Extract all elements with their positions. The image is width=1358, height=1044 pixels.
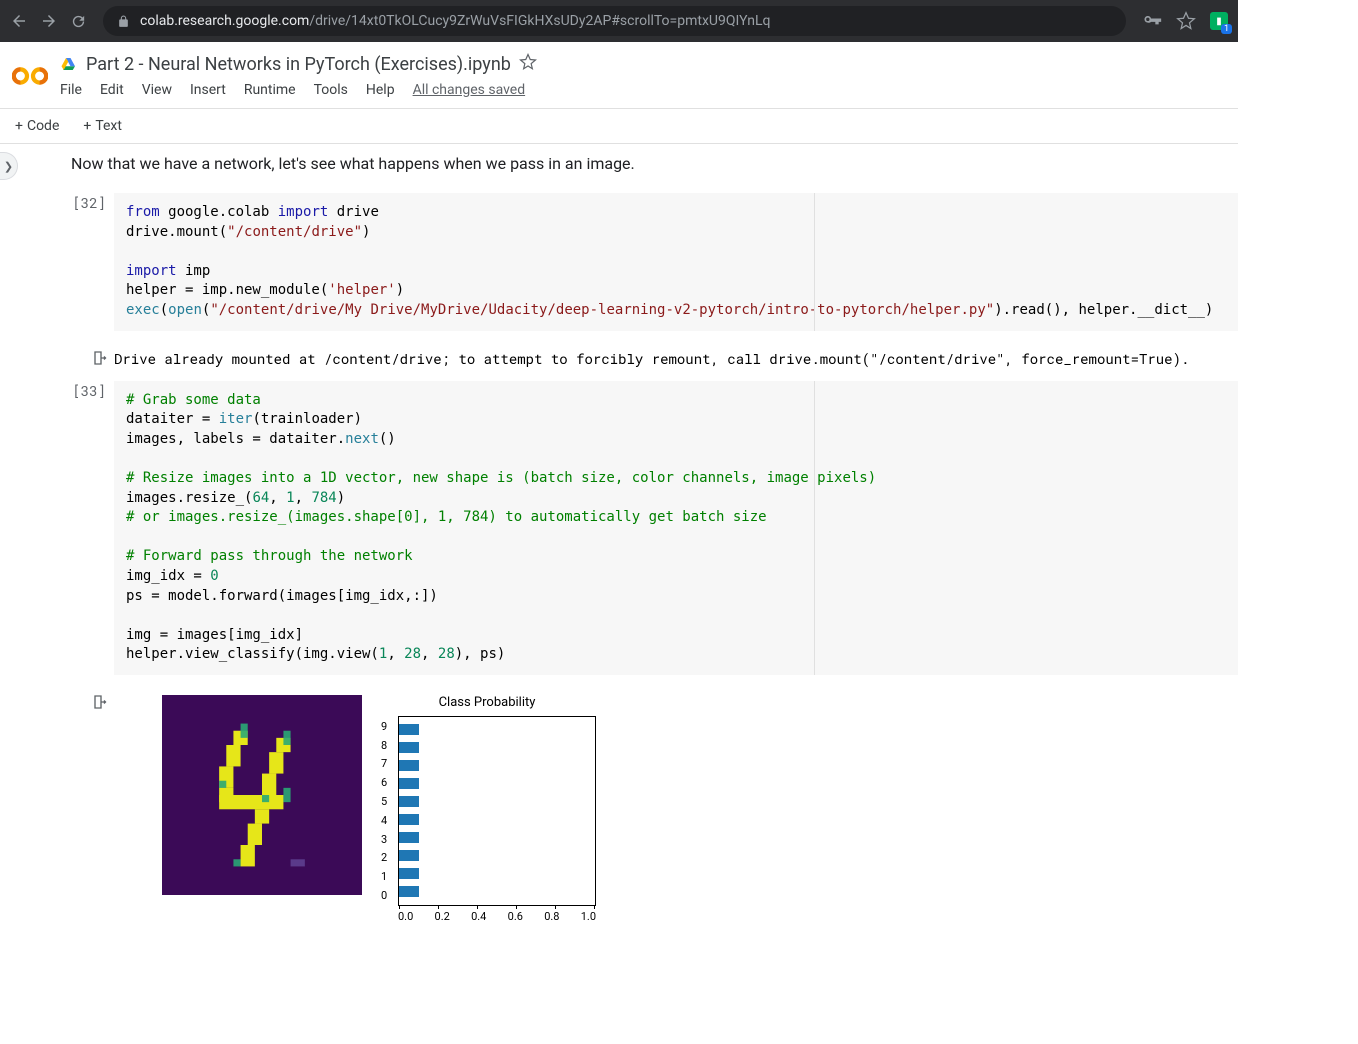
bar	[399, 868, 419, 879]
bar	[399, 814, 419, 825]
bar	[399, 832, 419, 843]
menu-file[interactable]: File	[60, 82, 82, 98]
y-tick-label: 9	[381, 720, 387, 733]
extension-icon[interactable]: ▮1	[1210, 12, 1228, 30]
bar	[399, 778, 419, 789]
y-tick-label: 4	[381, 814, 387, 827]
x-tick-label: 0.2	[435, 910, 450, 923]
output-toggle-icon[interactable]	[92, 349, 110, 371]
bar	[399, 724, 419, 735]
nav-forward-icon[interactable]	[40, 12, 58, 30]
cell-output-32: Drive already mounted at /content/drive;…	[68, 339, 1238, 381]
y-tick-label: 5	[381, 795, 387, 808]
menu-bar: File Edit View Insert Runtime Tools Help…	[60, 78, 1228, 108]
x-tick-label: 0.4	[471, 910, 486, 923]
key-icon[interactable]	[1142, 11, 1162, 31]
notebook-area: Now that we have a network, let's see wh…	[38, 144, 1238, 933]
y-tick-label: 8	[381, 739, 387, 752]
y-tick-label: 3	[381, 833, 387, 846]
nav-back-icon[interactable]	[10, 12, 28, 30]
add-code-button[interactable]: + Code	[10, 115, 64, 137]
bar	[399, 760, 419, 771]
x-tick-label: 0.0	[398, 910, 413, 923]
code-editor[interactable]: # Grab some data dataiter = iter(trainlo…	[114, 381, 1238, 675]
chart-title: Class Probability	[372, 695, 602, 710]
code-cell-32[interactable]: [32] from google.colab import drive driv…	[68, 193, 1238, 331]
bar	[399, 886, 419, 897]
digit-image	[162, 695, 362, 895]
colab-header: Part 2 - Neural Networks in PyTorch (Exe…	[0, 42, 1238, 109]
lock-icon	[117, 15, 130, 28]
y-tick-label: 6	[381, 776, 387, 789]
menu-runtime[interactable]: Runtime	[244, 82, 296, 98]
bar	[399, 850, 419, 861]
x-tick-label: 0.8	[544, 910, 559, 923]
cell-prompt: [32]	[68, 193, 114, 331]
menu-tools[interactable]: Tools	[314, 82, 348, 98]
url-bar[interactable]: colab.research.google.com/drive/14xt0TkO…	[103, 6, 1126, 36]
menu-help[interactable]: Help	[366, 82, 395, 98]
menu-edit[interactable]: Edit	[100, 82, 124, 98]
drive-icon	[60, 55, 78, 73]
y-tick-label: 0	[381, 889, 387, 902]
bookmark-star-icon[interactable]	[1176, 11, 1196, 31]
add-text-button[interactable]: + Text	[78, 115, 127, 137]
bar	[399, 796, 419, 807]
output-text: Drive already mounted at /content/drive;…	[114, 345, 1238, 371]
colab-logo[interactable]	[10, 56, 50, 96]
cell-prompt: [33]	[68, 381, 114, 675]
code-cell-33[interactable]: [33] # Grab some data dataiter = iter(tr…	[68, 381, 1238, 675]
output-toggle-icon[interactable]	[92, 693, 110, 715]
y-tick-label: 1	[381, 870, 387, 883]
save-status[interactable]: All changes saved	[413, 82, 526, 98]
markdown-text: Now that we have a network, let's see wh…	[68, 154, 1238, 173]
toolbar: + Code + Text	[0, 109, 1238, 144]
expand-sidebar-tab[interactable]: ❯	[0, 152, 18, 180]
y-tick-label: 2	[381, 851, 387, 864]
code-editor[interactable]: from google.colab import drive drive.mou…	[114, 193, 1238, 331]
menu-insert[interactable]: Insert	[190, 82, 226, 98]
star-button[interactable]	[519, 53, 537, 75]
nav-reload-icon[interactable]	[70, 13, 87, 30]
menu-view[interactable]: View	[142, 82, 172, 98]
cell-output-33: Class Probability 9 8 7 6 5 4 3 2 1 0 0.0 0.2 0.4 0.…	[68, 683, 1238, 933]
y-tick-label: 7	[381, 757, 387, 770]
url-path: /drive/14xt0TkOLCucy9ZrWuVsFIGkHXsUDy2AP…	[309, 13, 770, 29]
browser-chrome: colab.research.google.com/drive/14xt0TkO…	[0, 0, 1238, 42]
bar	[399, 742, 419, 753]
x-tick-label: 1.0	[581, 910, 596, 923]
doc-title[interactable]: Part 2 - Neural Networks in PyTorch (Exe…	[86, 54, 511, 75]
url-domain: colab.research.google.com	[140, 13, 309, 29]
class-probability-chart: Class Probability 9 8 7 6 5 4 3 2 1 0 0.0 0.2 0.4 0.…	[372, 695, 602, 923]
x-tick-label: 0.6	[508, 910, 523, 923]
